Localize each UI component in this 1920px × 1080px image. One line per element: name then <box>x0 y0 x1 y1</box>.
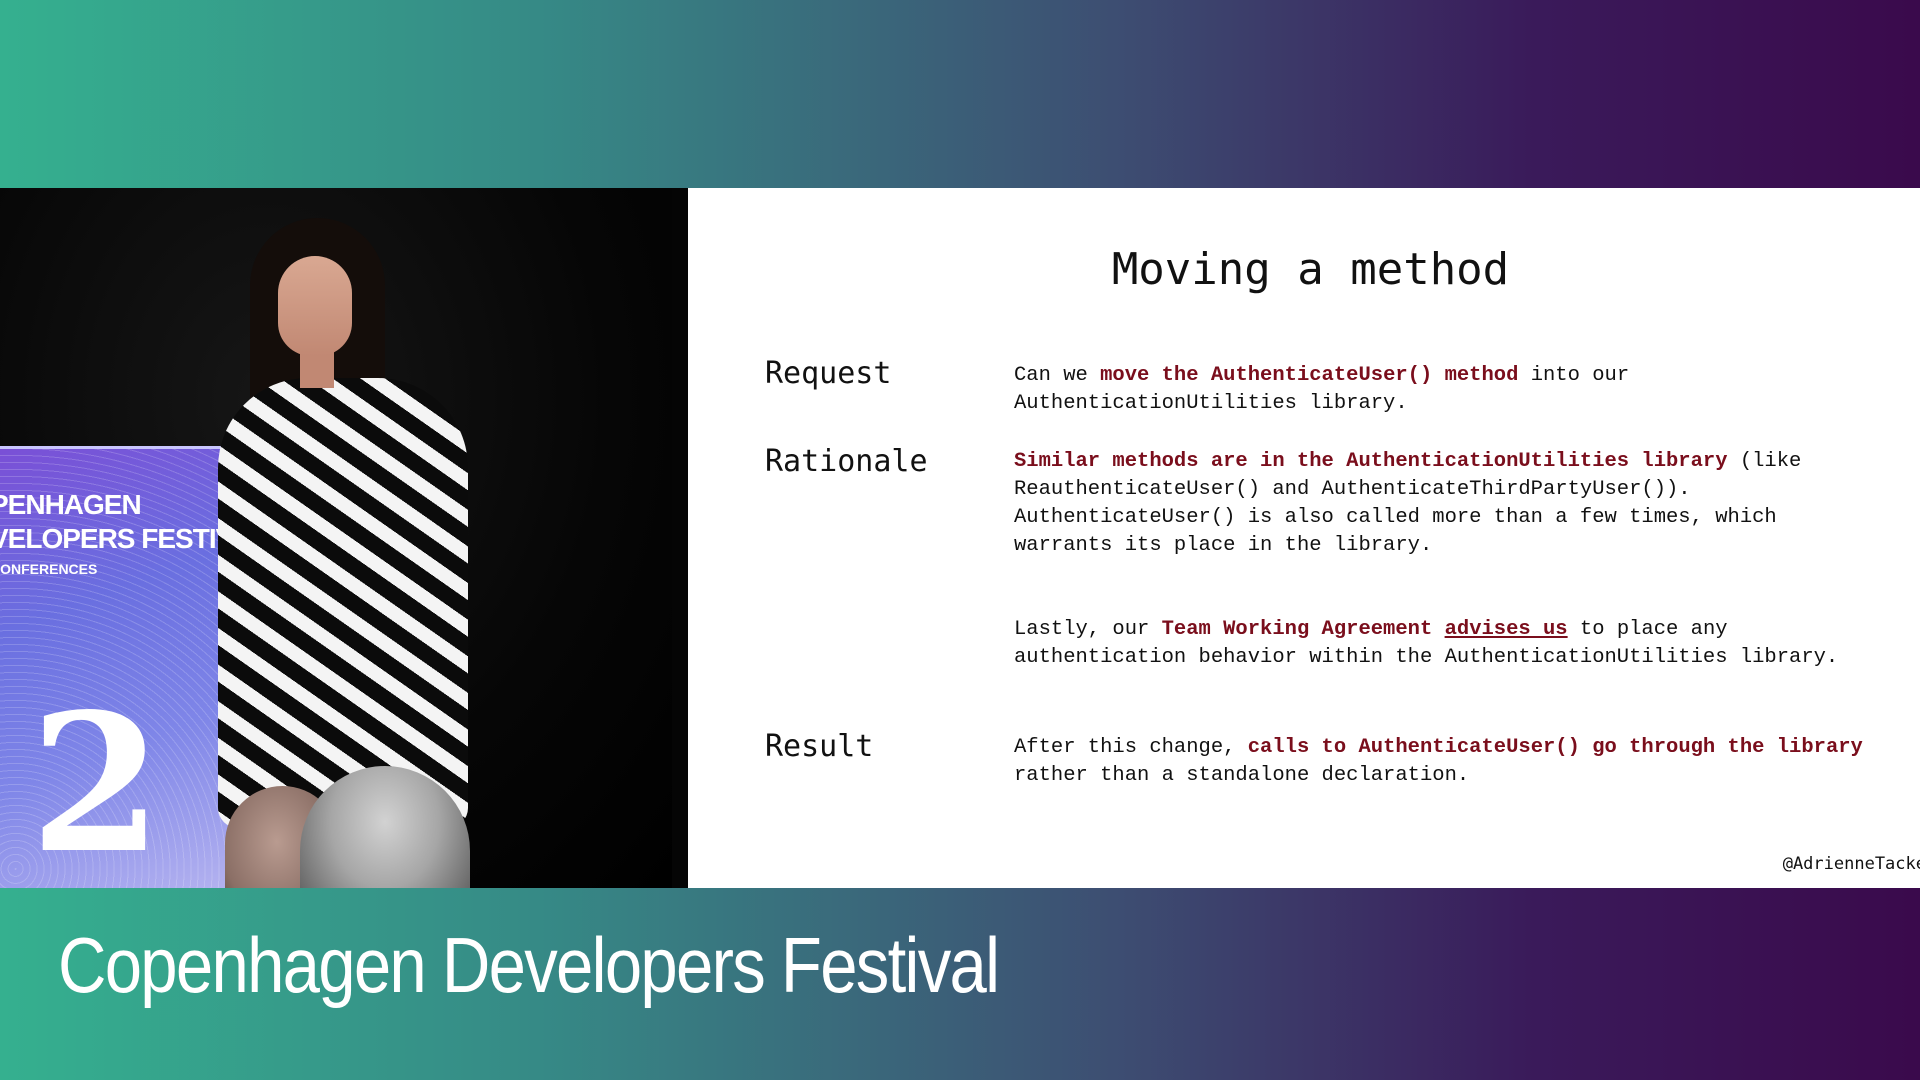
rationale-label: Rationale <box>765 444 928 479</box>
request-text: Can we move the AuthenticateUser() metho… <box>1014 364 1630 415</box>
podium-line-3: CONFERENCES <box>0 561 98 577</box>
twitter-handle: @AdrienneTacke <box>1782 854 1920 874</box>
result-text: After this change, calls to Authenticate… <box>1014 736 1863 787</box>
speaker-video: PENHAGEN VELOPERS FESTIVAL CONFERENCES 2 <box>0 188 672 888</box>
result-label: Result <box>765 729 874 764</box>
speaker <box>210 218 480 858</box>
divider <box>672 188 688 888</box>
podium-number: 2 <box>30 672 163 888</box>
presentation-slide: Moving a method Request Can we move the … <box>688 188 1920 888</box>
rationale-text-2: Lastly, our Team Working Agreement advis… <box>1014 618 1839 669</box>
stage: PENHAGEN VELOPERS FESTIVAL CONFERENCES 2… <box>0 188 1920 888</box>
request-label: Request <box>765 356 892 391</box>
podium-line-1: PENHAGEN <box>0 489 142 520</box>
slide-title: Moving a method <box>1111 244 1510 295</box>
event-title: Copenhagen Developers Festival <box>58 921 1000 1009</box>
rationale-text-1: Similar methods are in the Authenticatio… <box>1014 450 1802 557</box>
